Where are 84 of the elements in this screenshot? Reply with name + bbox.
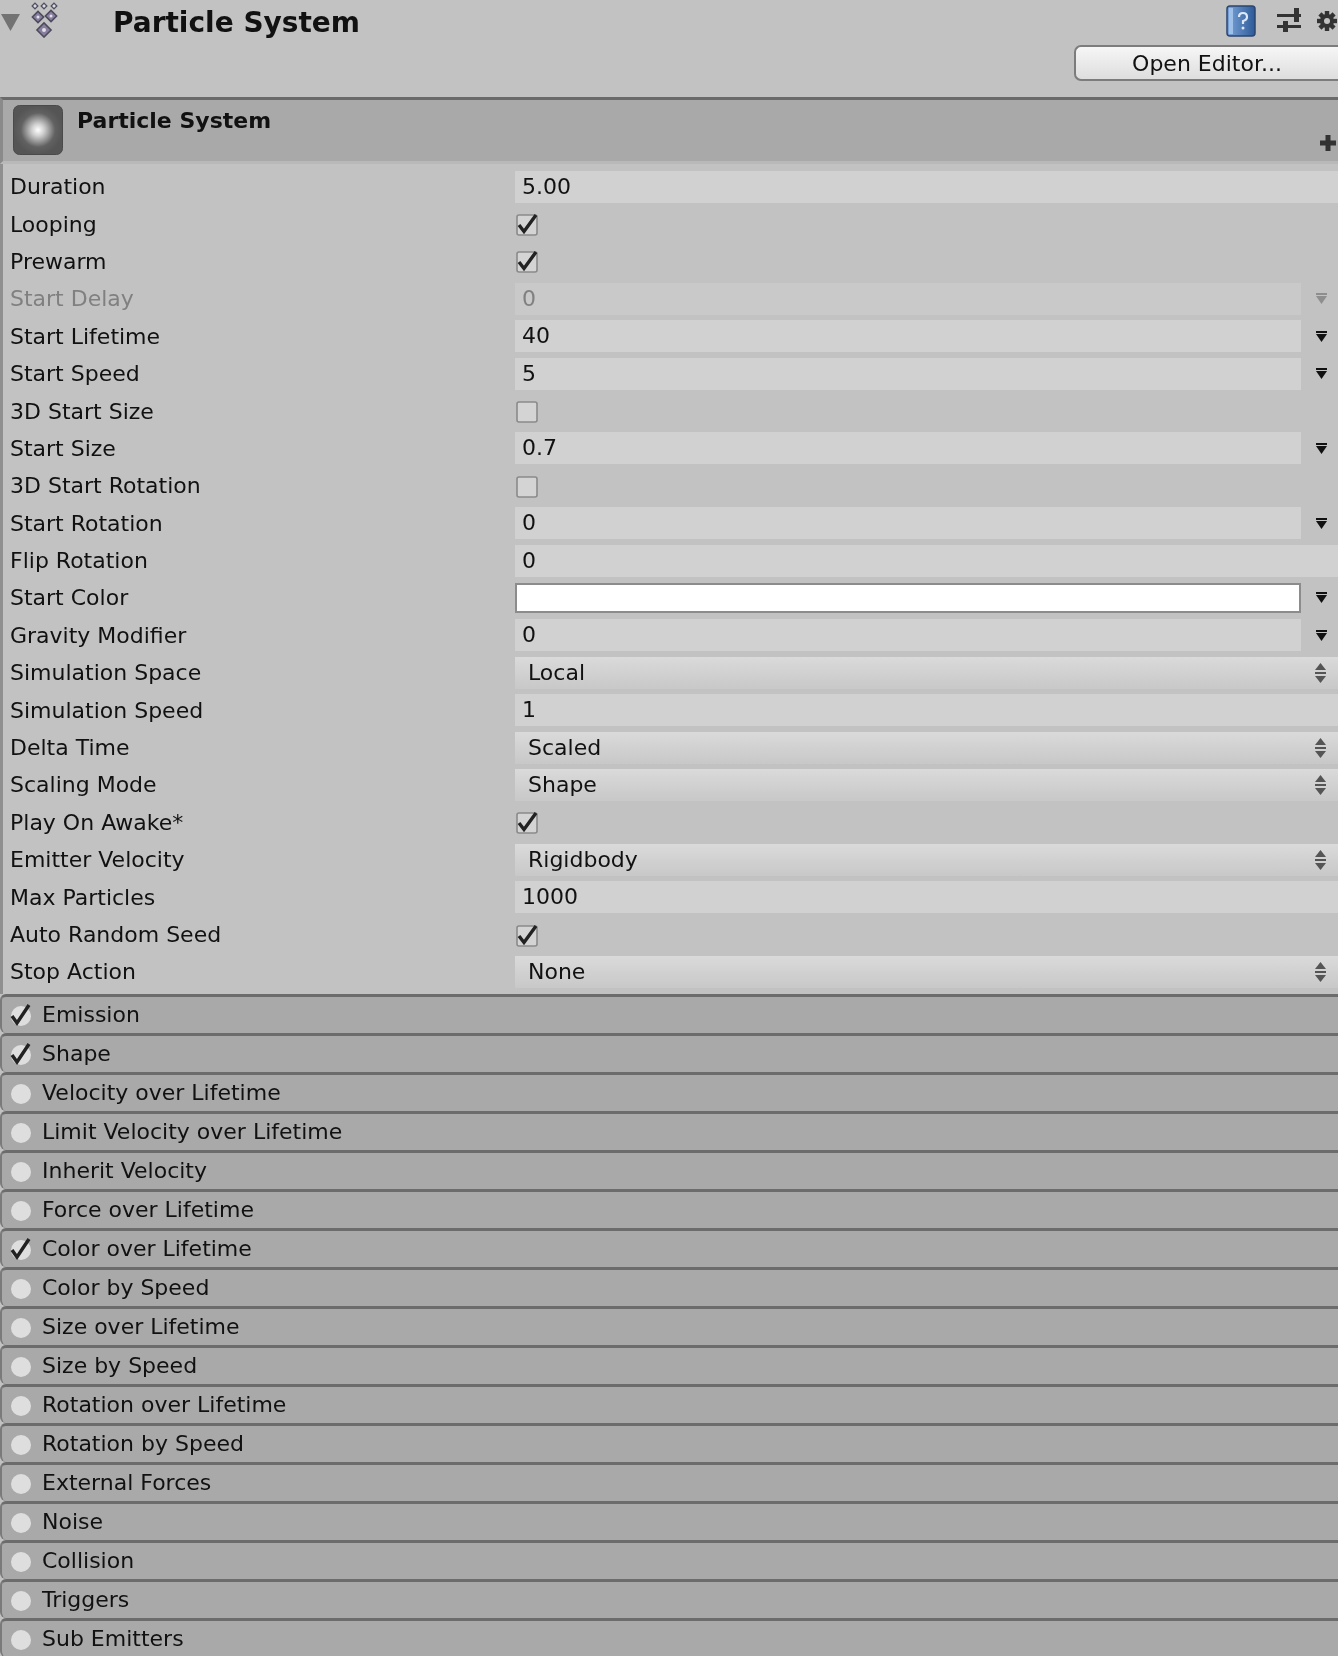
property-label: Start Lifetime	[9, 323, 161, 349]
number-field[interactable]: 0	[515, 544, 1338, 577]
module-toggle[interactable]	[10, 1236, 32, 1261]
component-title: Particle System	[77, 108, 272, 133]
number-field[interactable]: 5	[515, 357, 1301, 390]
module-header[interactable]: Size over Lifetime	[0, 1305, 1338, 1345]
checkbox[interactable]	[516, 399, 540, 424]
module-header[interactable]: Rotation by Speed	[0, 1422, 1338, 1462]
sliders-icon[interactable]	[1277, 8, 1301, 34]
up-down-arrows-icon	[1315, 961, 1326, 982]
dropdown[interactable]: Shape	[515, 768, 1338, 801]
particle-glow-icon	[13, 105, 63, 155]
number-field[interactable]: 5.00	[515, 170, 1338, 203]
module-header[interactable]: Sub Emitters	[0, 1617, 1338, 1656]
dropdown-arrow-icon[interactable]	[1315, 629, 1327, 641]
property-label: Start Rotation	[9, 510, 163, 536]
dropdown-arrow-icon[interactable]	[1315, 442, 1327, 454]
checkbox[interactable]	[516, 473, 540, 498]
module-header[interactable]: Force over Lifetime	[0, 1188, 1338, 1228]
property-label: Simulation Space	[9, 660, 202, 686]
module-toggle[interactable]	[10, 1041, 32, 1066]
property-label: Delta Time	[9, 735, 130, 761]
plus-icon[interactable]	[1320, 135, 1336, 151]
open-editor-button[interactable]: Open Editor...	[1074, 45, 1338, 81]
dropdown-arrow-icon[interactable]	[1315, 517, 1327, 529]
property-label: 3D Start Rotation	[9, 473, 201, 499]
checkbox[interactable]	[516, 249, 540, 274]
component-header[interactable]: Particle System	[0, 97, 1338, 164]
property-label: Prewarm	[9, 248, 107, 274]
checkbox[interactable]	[516, 922, 540, 947]
module-header[interactable]: Inherit Velocity	[0, 1149, 1338, 1189]
checkbox[interactable]	[516, 212, 540, 237]
property-label: Emitter Velocity	[9, 847, 185, 873]
help-book-icon[interactable]	[1226, 5, 1258, 37]
number-field[interactable]: 0.7	[515, 432, 1301, 465]
module-header[interactable]: Rotation over Lifetime	[0, 1383, 1338, 1423]
dropdown[interactable]: Scaled	[515, 731, 1338, 764]
property-label: Max Particles	[9, 884, 156, 910]
module-header[interactable]: Color by Speed	[0, 1266, 1338, 1306]
up-down-arrows-icon	[1315, 849, 1326, 870]
color-field[interactable]	[515, 583, 1301, 613]
module-header[interactable]: Triggers	[0, 1578, 1338, 1618]
property-label: Play On Awake*	[9, 809, 184, 835]
property-label: Start Speed	[9, 361, 140, 387]
module-header[interactable]: Color over Lifetime	[0, 1227, 1338, 1267]
property-label: Stop Action	[9, 959, 136, 985]
dropdown[interactable]: None	[515, 955, 1338, 988]
checkbox[interactable]	[516, 810, 540, 835]
number-field[interactable]: 0	[515, 619, 1301, 652]
module-toggle[interactable]	[10, 1002, 32, 1027]
module-header[interactable]: Velocity over Lifetime	[0, 1071, 1338, 1111]
gear-icon[interactable]	[1317, 10, 1337, 32]
dropdown-arrow-icon[interactable]	[1315, 592, 1327, 604]
collapse-triangle-icon[interactable]	[0, 13, 21, 32]
module-header[interactable]: Shape	[0, 1032, 1338, 1072]
dropdown[interactable]: Rigidbody	[515, 843, 1338, 876]
property-label: Gravity Modifier	[9, 622, 187, 648]
module-header[interactable]: External Forces	[0, 1461, 1338, 1501]
up-down-arrows-icon	[1315, 662, 1326, 683]
property-label: Start Size	[9, 435, 116, 461]
property-label: Auto Random Seed	[9, 922, 222, 947]
property-label: Duration	[9, 174, 106, 200]
dropdown-arrow-icon[interactable]	[1315, 330, 1327, 342]
up-down-arrows-icon	[1315, 774, 1326, 795]
module-header[interactable]: Size by Speed	[0, 1344, 1338, 1384]
module-header[interactable]: Collision	[0, 1539, 1338, 1579]
module-header[interactable]: Emission	[0, 993, 1338, 1033]
property-label: Looping	[9, 211, 97, 237]
number-field[interactable]: 1000	[515, 881, 1338, 914]
module-header[interactable]: Limit Velocity over Lifetime	[0, 1110, 1338, 1150]
number-field[interactable]: 40	[515, 320, 1301, 353]
property-label: Scaling Mode	[9, 772, 157, 798]
property-label: Start Delay	[9, 286, 134, 312]
property-label: Simulation Speed	[9, 697, 204, 723]
number-field[interactable]: 0	[515, 507, 1301, 540]
inspector-title: Particle System	[113, 6, 361, 39]
dropdown[interactable]: Local	[515, 656, 1338, 689]
property-label: 3D Start Size	[9, 398, 154, 424]
module-header[interactable]: Noise	[0, 1500, 1338, 1540]
dropdown-arrow-icon[interactable]	[1315, 368, 1327, 380]
up-down-arrows-icon	[1315, 737, 1326, 758]
number-field[interactable]: 1	[515, 694, 1338, 727]
property-label: Flip Rotation	[9, 548, 148, 574]
property-label: Start Color	[9, 585, 129, 611]
